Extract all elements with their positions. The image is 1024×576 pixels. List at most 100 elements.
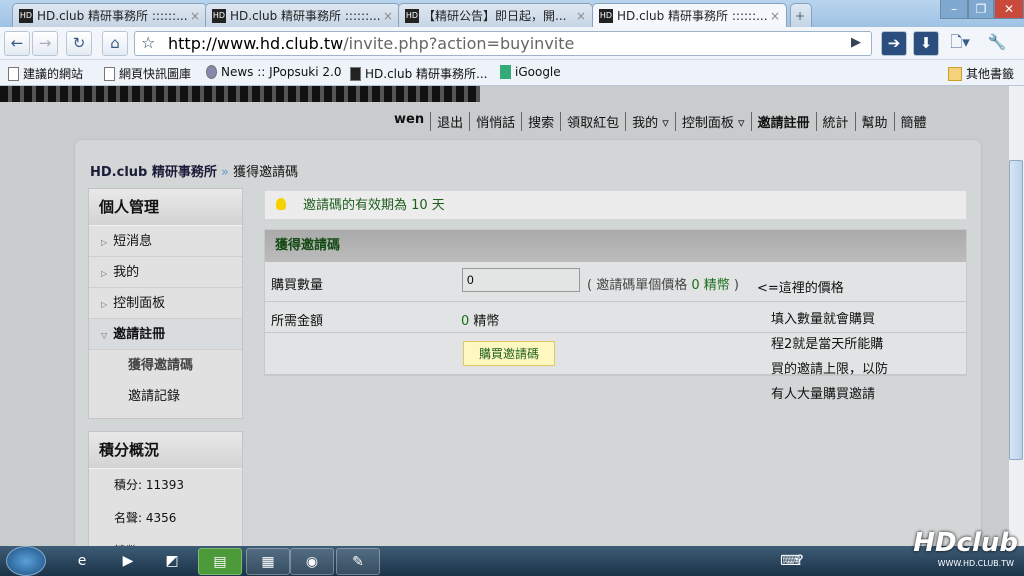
price-suffix: ) (729, 278, 739, 293)
top-nav: wen 退出 悄悄話 搜索 領取紅包 我的 ▿ 控制面板 ▿ 邀請註冊 統計 幫… (388, 112, 933, 131)
triangle-down-icon: ▽ (101, 331, 108, 340)
bookmark-item[interactable]: News :: JPopsuki 2.0 (206, 65, 342, 79)
lightbulb-icon (276, 198, 286, 210)
address-bar[interactable]: http://www.hd.club.tw/invite.php?action=… (134, 31, 872, 56)
nav-logout[interactable]: 退出 (430, 112, 469, 131)
stats-title: 積分概況 (89, 432, 242, 469)
tab-title: HD.club 精研事務所 ::::::... (617, 9, 768, 23)
back-button[interactable]: ← (4, 31, 30, 56)
total-unit: 精幣 (469, 314, 500, 329)
tab-title: HD.club 精研事務所 ::::::... (230, 9, 381, 23)
sidebar-item-my[interactable]: ▷ 我的 (89, 257, 242, 288)
start-button[interactable] (6, 546, 46, 576)
bookmark-label: 建議的網站 (23, 67, 84, 81)
nav-simplified[interactable]: 簡體 (893, 112, 933, 131)
bookmark-label: iGoogle (515, 65, 561, 79)
igoogle-icon (500, 65, 511, 79)
nav-messages[interactable]: 悄悄話 (469, 112, 521, 131)
nav-stats[interactable]: 統計 (815, 112, 855, 131)
nav-help[interactable]: 幫助 (854, 112, 894, 131)
favicon-icon: HD (19, 8, 33, 23)
bookmark-item[interactable]: 網頁快訊圖庫 (104, 65, 191, 82)
explorer-task[interactable]: ▤ (198, 548, 242, 575)
folder-icon (948, 66, 962, 81)
bookmark-label: 其他書籤 (966, 67, 1015, 81)
calendar-task[interactable]: ▦ (246, 548, 290, 575)
scrollbar-thumb[interactable] (1009, 160, 1023, 460)
media-player-icon[interactable]: ▶ (106, 548, 150, 575)
sidebar-title: 個人管理 (89, 189, 242, 226)
star-bookmark-icon[interactable]: ☆ (141, 33, 155, 52)
browser-tab[interactable]: HD HD.club 精研事務所 ::::::... × (205, 3, 400, 27)
other-bookmarks[interactable]: 其他書籤 (948, 65, 1014, 82)
reload-button[interactable]: ↻ (66, 31, 92, 56)
picasa-icon[interactable]: ◩ (150, 548, 194, 575)
url-host: http://www.hd.club.tw (168, 34, 344, 53)
page-icon (8, 66, 19, 81)
close-window-button[interactable]: ✕ (994, 0, 1024, 19)
chrome-task[interactable]: ◉ (290, 548, 334, 575)
browser-tab[interactable]: HD 【精研公告】即日起，開... × (398, 3, 593, 27)
bookmarks-bar: 建議的網站 網頁快訊圖庫 News :: JPopsuki 2.0 HD.clu… (0, 60, 1024, 86)
paint-task[interactable]: ✎ (336, 548, 380, 575)
close-icon[interactable]: × (383, 9, 393, 23)
url-path: /invite.php?action=buyinvite (343, 34, 575, 53)
close-icon[interactable]: × (576, 9, 586, 23)
go-icon[interactable]: ▶ (851, 35, 861, 50)
minimize-button[interactable]: – (940, 0, 968, 19)
browser-tab-active[interactable]: HD HD.club 精研事務所 ::::::... × (592, 3, 787, 27)
sidebar-item-label: 控制面板 (113, 296, 166, 311)
browser-tab[interactable]: HD HD.club 精研事務所 ::::::... × (12, 3, 207, 27)
nav-username[interactable]: wen (388, 112, 430, 131)
bookmark-item[interactable]: iGoogle (500, 65, 561, 79)
breadcrumb: HD.club 精研事務所 » 獲得邀請碼 (90, 161, 298, 180)
sidebar-subitem-invite-log[interactable]: 邀請記錄 (89, 381, 242, 412)
page-menu-icon[interactable]: 🗋▾ (947, 31, 973, 56)
wrench-menu-icon[interactable]: 🔧▾ (984, 31, 1010, 74)
breadcrumb-home[interactable]: HD.club 精研事務所 (90, 165, 217, 180)
nav-invite[interactable]: 邀請註冊 (750, 112, 816, 131)
favicon-icon: HD (405, 8, 419, 23)
tab-title: HD.club 精研事務所 ::::::... (37, 9, 188, 23)
sidebar-personal: 個人管理 ▷ 短消息 ▷ 我的 ▷ 控制面板 ▽ 邀請註冊 獲得邀請碼 邀請記錄 (88, 188, 243, 419)
page-action-icon[interactable]: ➔ (881, 31, 907, 56)
sidebar-item-messages[interactable]: ▷ 短消息 (89, 226, 242, 257)
ie-icon[interactable]: e (60, 548, 104, 575)
price-prefix: ( 邀請碼單個價格 (587, 278, 692, 293)
bookmark-label: HD.club 精研事務所... (365, 67, 488, 81)
forward-button[interactable]: → (32, 31, 58, 56)
favicon-icon: HD (599, 8, 613, 23)
header-filmstrip (0, 86, 480, 102)
triangle-right-icon: ▷ (101, 238, 108, 247)
annotation-text: 買的邀請上限，以防 (771, 362, 889, 377)
nav-my[interactable]: 我的 ▿ (625, 112, 675, 131)
help-icon[interactable]: ? (790, 548, 810, 575)
annotation-text: 程2就是當天所能購 (771, 337, 884, 352)
close-icon[interactable]: × (770, 9, 780, 23)
bookmark-item[interactable]: HD.club 精研事務所... (350, 65, 488, 82)
nav-control-panel[interactable]: 控制面板 ▿ (674, 112, 751, 131)
page-icon (104, 66, 115, 81)
buy-invite-button[interactable]: 購買邀請碼 (463, 341, 555, 366)
sidebar-subitem-get-invite[interactable]: 獲得邀請碼 (89, 350, 242, 381)
triangle-right-icon: ▷ (101, 269, 108, 278)
tab-title: 【精研公告】即日起，開... (423, 9, 567, 23)
hdclub-watermark-url: WWW.HD.CLUB.TW (937, 559, 1014, 568)
qty-label: 購買數量 (271, 278, 324, 293)
total-label: 所需金額 (271, 314, 324, 329)
sidebar-item-control-panel[interactable]: ▷ 控制面板 (89, 288, 242, 319)
bookmark-item[interactable]: 建議的網站 (8, 65, 83, 82)
unit-price: 0 精幣 (691, 278, 730, 293)
breadcrumb-sep: » (221, 165, 229, 180)
home-button[interactable]: ⌂ (102, 31, 128, 56)
qty-input[interactable] (462, 268, 580, 292)
close-icon[interactable]: × (190, 9, 200, 23)
nav-redpacket[interactable]: 領取紅包 (560, 112, 625, 131)
validity-tip: 邀請碼的有效期為 10 天 (264, 190, 967, 220)
annotation-text: <=這裡的價格 (757, 281, 844, 296)
nav-search[interactable]: 搜索 (521, 112, 560, 131)
download-icon[interactable]: ⬇ (913, 31, 939, 56)
sidebar-item-invite[interactable]: ▽ 邀請註冊 (89, 319, 242, 350)
new-tab-button[interactable]: + (790, 3, 812, 27)
maximize-button[interactable]: ❐ (968, 0, 994, 19)
